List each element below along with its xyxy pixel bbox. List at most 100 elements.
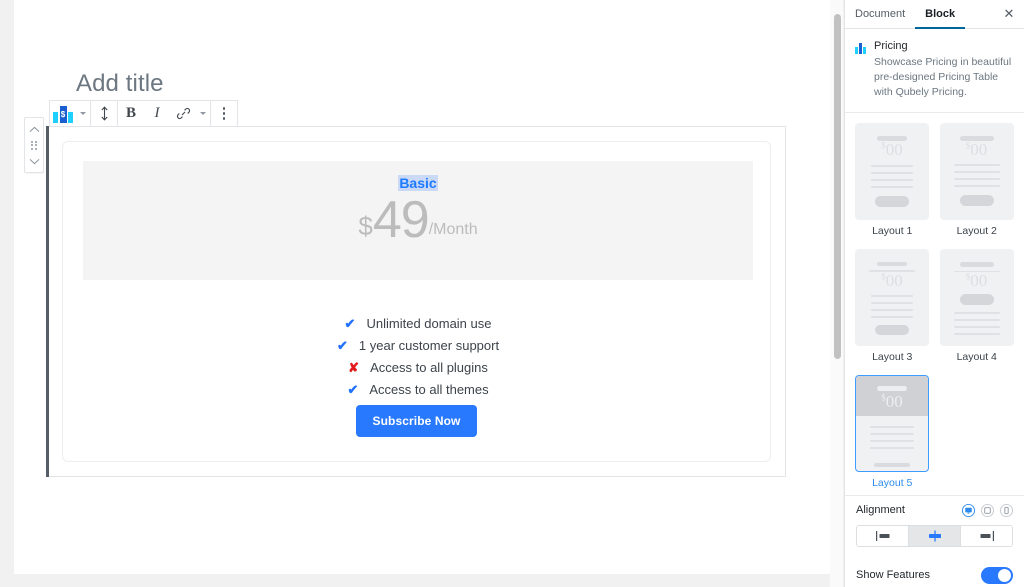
sidebar-tabs: Document Block ✕ — [845, 0, 1024, 29]
feature-label: Access to all themes — [369, 381, 489, 397]
pricing-table-icon: $ — [53, 105, 73, 123]
layout-label: Layout 2 — [956, 224, 997, 237]
feature-item[interactable]: ✔ Unlimited domain use — [63, 312, 772, 334]
layout-thumbnail: $00 — [939, 248, 1014, 346]
move-down-button[interactable] — [25, 153, 43, 169]
layout-thumb-price: $00 — [965, 271, 988, 291]
close-icon[interactable]: ✕ — [1002, 7, 1016, 21]
layout-option-2[interactable]: $00 Layout 2 — [939, 122, 1015, 237]
selected-block-frame[interactable]: Basic $ 49 /Month ✔ Unlimited domain use ✔… — [46, 126, 786, 477]
layout-thumbnail: $00 — [855, 248, 929, 346]
layout-thumb-line — [870, 432, 914, 435]
layout-option-5[interactable]: $00 Layout 5 — [855, 374, 930, 489]
vertical-align-icon — [100, 106, 108, 121]
check-icon: ✔ — [344, 315, 356, 331]
block-mover[interactable] — [24, 117, 44, 173]
feature-label: Unlimited domain use — [366, 315, 492, 331]
layout-label: Layout 1 — [872, 224, 913, 237]
layout-thumbnail: $00 — [855, 122, 929, 220]
pricing-table-icon — [855, 42, 866, 54]
feature-item[interactable]: ✔ Access to all themes — [63, 378, 772, 400]
layout-thumb-button — [875, 324, 909, 335]
pricing-card-header: Basic $ 49 /Month — [83, 161, 753, 280]
price-currency: $ — [358, 210, 373, 241]
link-button[interactable] — [170, 101, 196, 126]
wordpress-block-editor: Add title $ B I Basic $ 49 /Month ✔ Unli… — [0, 0, 1024, 587]
ellipsis-vertical-icon — [222, 107, 226, 120]
block-type-button[interactable]: $ — [50, 101, 76, 126]
layout-thumb-bar — [874, 462, 910, 467]
cross-icon: ✘ — [348, 359, 360, 375]
bold-button[interactable]: B — [118, 101, 144, 126]
layout-thumb-line — [953, 177, 1000, 180]
layout-thumbnail: $00 — [855, 374, 929, 472]
italic-button[interactable]: I — [144, 101, 170, 126]
block-drag-handle[interactable] — [25, 137, 43, 153]
layout-option-3[interactable]: $00 Layout 3 — [855, 248, 930, 363]
align-right-button[interactable] — [961, 525, 1012, 546]
layout-thumb-price: $00 — [881, 271, 903, 291]
layout-thumb-button — [959, 294, 994, 306]
layout-thumb-line — [870, 439, 914, 442]
desktop-icon[interactable] — [962, 503, 975, 517]
toggle-knob — [998, 568, 1011, 582]
layout-thumb-line — [953, 312, 1000, 314]
layout-thumb-line — [871, 308, 913, 311]
tab-block[interactable]: Block — [915, 0, 966, 29]
layout-option-1[interactable]: $00 Layout 1 — [855, 122, 930, 237]
alignment-label: Alignment — [856, 504, 905, 517]
device-switcher — [962, 503, 1013, 517]
layout-thumb-line — [953, 325, 1000, 328]
layout-label: Layout 3 — [872, 350, 913, 363]
align-left-button[interactable] — [857, 525, 909, 546]
layout-thumb-bar — [877, 261, 907, 267]
align-left-icon — [875, 530, 889, 541]
block-type-chevron-down-icon[interactable] — [76, 101, 90, 126]
formatting-chevron-down-icon[interactable] — [196, 101, 210, 126]
layout-thumb-button — [959, 194, 994, 206]
layout-thumb-line — [871, 178, 913, 181]
layout-thumb-price: $00 — [881, 391, 903, 411]
feature-list: ✔ Unlimited domain use ✔ 1 year customer su… — [63, 312, 772, 400]
text-formatting-group: B I — [118, 101, 211, 126]
vertical-align-button[interactable] — [91, 101, 117, 126]
show-features-row: Show Features — [845, 553, 1024, 587]
layout-thumb-line — [953, 318, 1000, 321]
block-toolbar: $ B I — [49, 100, 238, 127]
feature-item[interactable]: ✔ 1 year customer support — [63, 334, 772, 356]
subscribe-button[interactable]: Subscribe Now — [355, 405, 478, 437]
plan-title[interactable]: Basic — [398, 175, 438, 191]
mobile-icon[interactable] — [1000, 503, 1013, 517]
layout-thumb-price: $00 — [881, 139, 903, 159]
layout-thumb-line — [871, 302, 913, 304]
layout-thumb-line — [870, 446, 914, 449]
show-features-toggle[interactable] — [981, 566, 1013, 584]
price-amount[interactable]: 49 — [373, 194, 430, 246]
layout-thumb-line — [953, 332, 1000, 335]
more-options-button[interactable] — [211, 101, 237, 126]
move-up-button[interactable] — [25, 121, 43, 137]
alignment-row: Alignment — [845, 494, 1024, 521]
editor-canvas: Add title $ B I Basic $ 49 /Month ✔ Unli… — [0, 0, 846, 587]
tab-document[interactable]: Document — [845, 0, 915, 29]
align-center-icon — [928, 530, 941, 542]
layout-thumb-line — [953, 184, 1000, 187]
align-right-icon — [980, 530, 994, 541]
align-center-button[interactable] — [909, 525, 961, 546]
layout-option-4[interactable]: $00 Layout 4 — [939, 248, 1015, 363]
more-options-group — [211, 101, 237, 126]
layout-thumb-button — [875, 195, 909, 207]
layout-thumb-line — [871, 315, 913, 318]
tablet-icon[interactable] — [981, 503, 994, 517]
price-period[interactable]: /Month — [429, 221, 478, 238]
scrollbar-thumb[interactable] — [834, 14, 841, 359]
block-type-group: $ — [50, 101, 91, 126]
post-title-input[interactable]: Add title — [76, 70, 164, 98]
feature-item[interactable]: ✘ Access to all plugins — [63, 356, 772, 378]
layout-thumb-line — [871, 185, 913, 188]
layout-thumb-line — [871, 164, 913, 167]
settings-sidebar: Document Block ✕ Pricing Showcase Pricin… — [844, 0, 1024, 587]
layout-thumb-line — [953, 170, 1000, 173]
layout-thumb-line — [953, 163, 1000, 166]
price-row: $ 49 /Month — [358, 194, 478, 246]
